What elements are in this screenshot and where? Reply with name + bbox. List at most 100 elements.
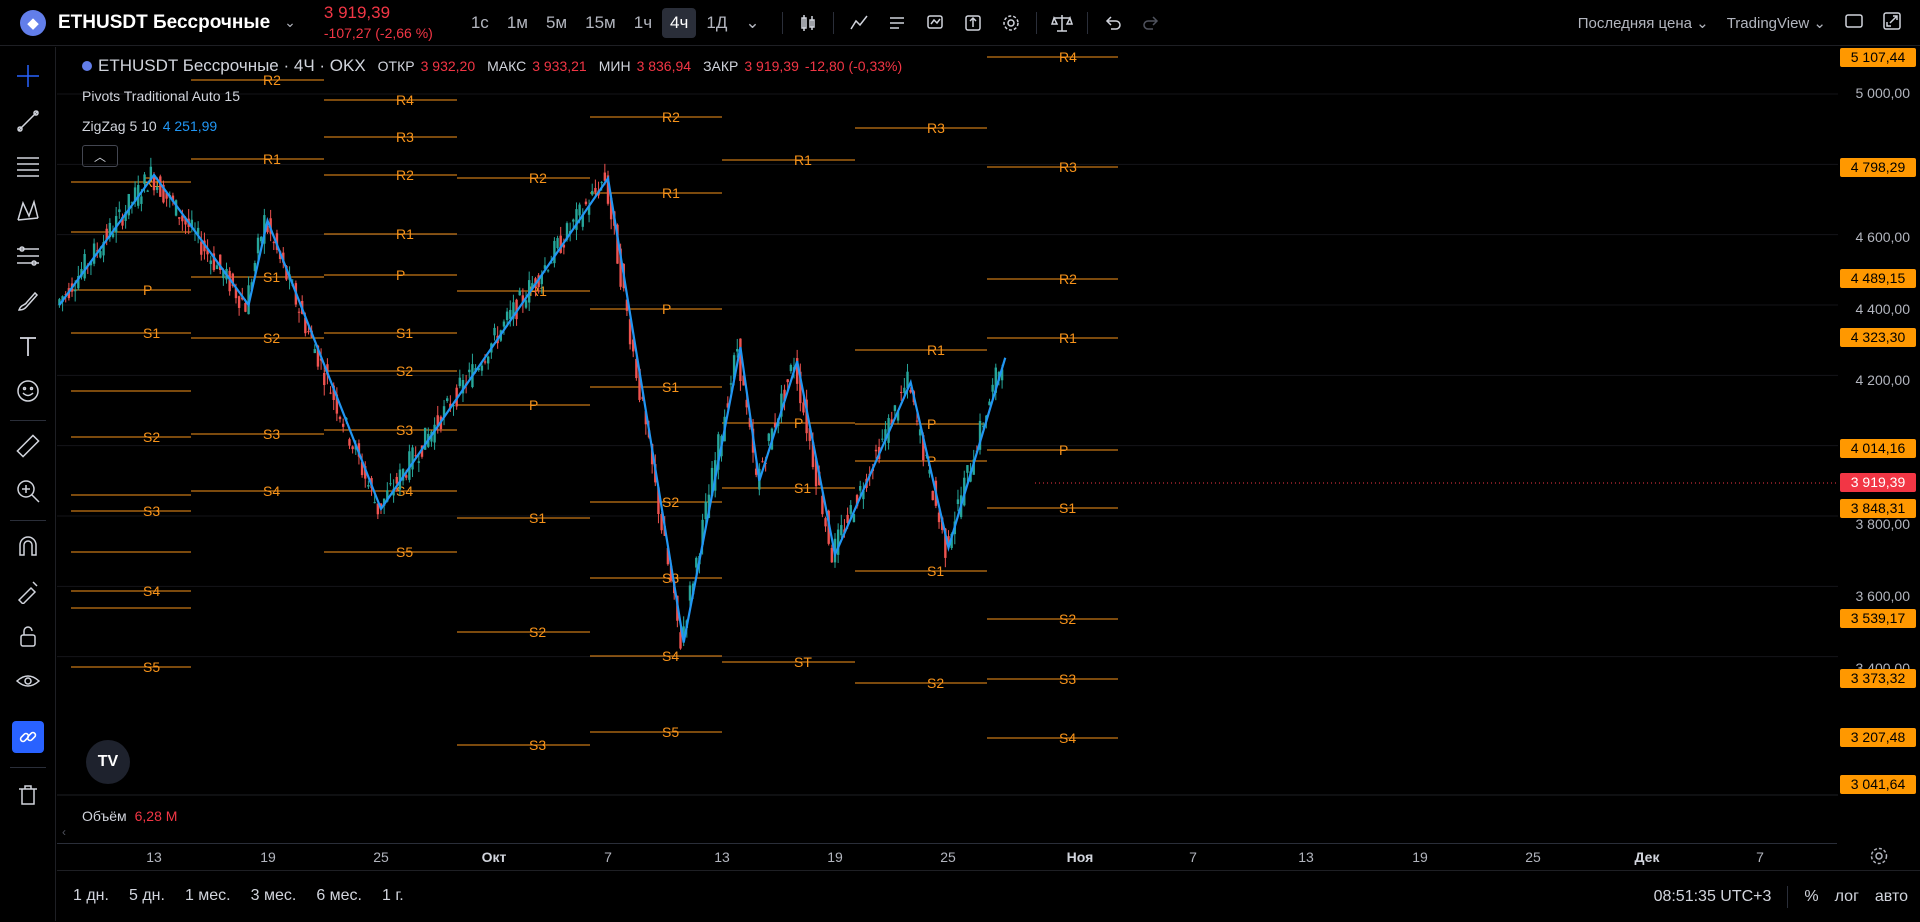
candle-body <box>874 449 878 452</box>
range-1d-button[interactable]: 1 дн. <box>73 887 109 905</box>
candle-body <box>502 321 506 327</box>
divider <box>1787 885 1789 908</box>
candle-body <box>373 502 376 504</box>
pivot-label: S1 <box>794 480 811 496</box>
candle-body <box>483 361 487 363</box>
candle-body <box>118 209 121 213</box>
candle-body <box>99 251 102 258</box>
pivot-label: S2 <box>662 494 679 510</box>
candle-body <box>729 383 733 385</box>
candle-body <box>900 391 903 393</box>
candle-body <box>389 483 392 485</box>
candle-body <box>859 486 862 491</box>
candle-body <box>367 485 370 487</box>
volume-value: 6,28 M <box>134 808 178 824</box>
candle-body <box>92 243 96 264</box>
log-toggle[interactable]: лог <box>1835 888 1859 906</box>
pivot-label: S4 <box>263 483 280 499</box>
price-chart[interactable]: R1 P S1 S2 S3 S4 S5 R2 R1 S1 S2 S3 S4 R4 R3 R2 R1 P S1 S2 S3… <box>0 0 1920 921</box>
price-scale-label: 4 200,00 <box>1855 372 1911 388</box>
candle-body <box>237 296 241 308</box>
candle-body <box>417 461 421 463</box>
pivot-label: S3 <box>1059 671 1076 687</box>
auto-toggle[interactable]: авто <box>1875 888 1908 906</box>
candle-body <box>789 364 793 372</box>
candle-body <box>297 311 301 313</box>
pivot-label: R1 <box>1059 330 1077 346</box>
pivot-label: R4 <box>396 92 414 108</box>
zigzag-indicator-legend[interactable]: ZigZag 5 10 4 251,99 <box>82 118 217 134</box>
range-1m-button[interactable]: 1 мес. <box>185 887 231 905</box>
candle-body <box>348 439 351 446</box>
clock-timezone[interactable]: 08:51:35 UTC+3 <box>1654 888 1772 906</box>
pivot-label: P <box>529 397 538 413</box>
range-1y-button[interactable]: 1 г. <box>382 887 404 905</box>
legend-title: ETHUSDT Бессрочные · 4Ч · OKX <box>98 56 366 75</box>
pivot-label: S1 <box>396 325 413 341</box>
pivot-label: R1 <box>263 151 281 167</box>
time-axis-label: Окт <box>481 849 507 865</box>
pivot-label: S5 <box>662 724 679 740</box>
range-5d-button[interactable]: 5 дн. <box>129 887 165 905</box>
candle-body <box>893 405 897 411</box>
bottom-toolbar: 1 дн. 5 дн. 1 мес. 3 мес. 6 мес. 1 г. 08… <box>57 870 1920 921</box>
candle-body <box>881 438 884 440</box>
volume-legend[interactable]: Объём 6,28 M <box>82 808 177 824</box>
pivot-label: ST <box>794 654 812 670</box>
candle-body <box>143 174 146 184</box>
candle-body <box>405 475 408 478</box>
range-6m-button[interactable]: 6 мес. <box>316 887 362 905</box>
legend-high: 3 933,21 <box>532 58 587 74</box>
chart-settings-gear-icon[interactable] <box>1868 845 1890 867</box>
price-scale-label: 3 600,00 <box>1855 588 1911 604</box>
pivot-label: S4 <box>143 583 160 599</box>
candle-body <box>329 392 332 394</box>
pivots-indicator-legend[interactable]: Pivots Traditional Auto 15 <box>82 88 240 104</box>
price-scale-label: 4 600,00 <box>1855 229 1911 245</box>
zigzag-name: ZigZag 5 10 <box>82 118 157 134</box>
zigzag-value: 4 251,99 <box>162 118 218 134</box>
pivot-label: S5 <box>143 659 160 675</box>
candle-body <box>546 270 550 272</box>
candle-body <box>155 187 159 190</box>
pivot-label: R1 <box>927 342 945 358</box>
volume-label: Объём <box>82 808 127 824</box>
candle-body <box>584 201 588 205</box>
candle-body <box>458 377 462 387</box>
time-axis-label: 7 <box>604 849 612 865</box>
candle-body <box>966 465 969 473</box>
candle-body <box>493 327 496 336</box>
candle-body <box>509 309 512 319</box>
range-3m-button[interactable]: 3 мес. <box>251 887 297 905</box>
candle-body <box>830 547 834 563</box>
legend-open-label: ОТКР <box>377 58 415 74</box>
candle-body <box>323 372 326 386</box>
candle-body <box>256 237 260 254</box>
candle-body <box>395 476 398 484</box>
candle-body <box>695 557 698 568</box>
candle-body <box>200 241 203 255</box>
time-axis[interactable]: 13 19 25 Окт 7 13 19 25 Ноя 7 13 19 25 Д… <box>57 843 1837 869</box>
tradingview-logo[interactable]: TV <box>86 740 130 784</box>
price-tag: 4 798,29 <box>1840 158 1916 177</box>
time-axis-label: 19 <box>260 849 276 865</box>
pivot-label: R2 <box>1059 271 1077 287</box>
legend-low: 3 836,94 <box>636 58 692 74</box>
collapse-legend-button[interactable]: ︿ <box>82 145 118 167</box>
percent-toggle[interactable]: % <box>1804 888 1818 906</box>
candle-body <box>351 446 354 450</box>
price-tag: 3 373,32 <box>1840 669 1916 688</box>
pivot-label: R2 <box>396 167 414 183</box>
pivot-label: R1 <box>794 152 812 168</box>
pivot-label: S1 <box>662 379 679 395</box>
price-tag: 3 041,64 <box>1840 775 1916 794</box>
candle-body <box>553 240 556 264</box>
legend-close-label: ЗАКР <box>703 58 739 74</box>
candle-body <box>146 190 149 192</box>
candle-body <box>505 311 509 321</box>
candle-body <box>159 176 162 197</box>
time-axis-label: 7 <box>1189 849 1197 865</box>
pivot-label: R4 <box>1059 49 1077 65</box>
pivot-label: S4 <box>662 648 679 664</box>
time-axis-label: 25 <box>1525 849 1541 865</box>
